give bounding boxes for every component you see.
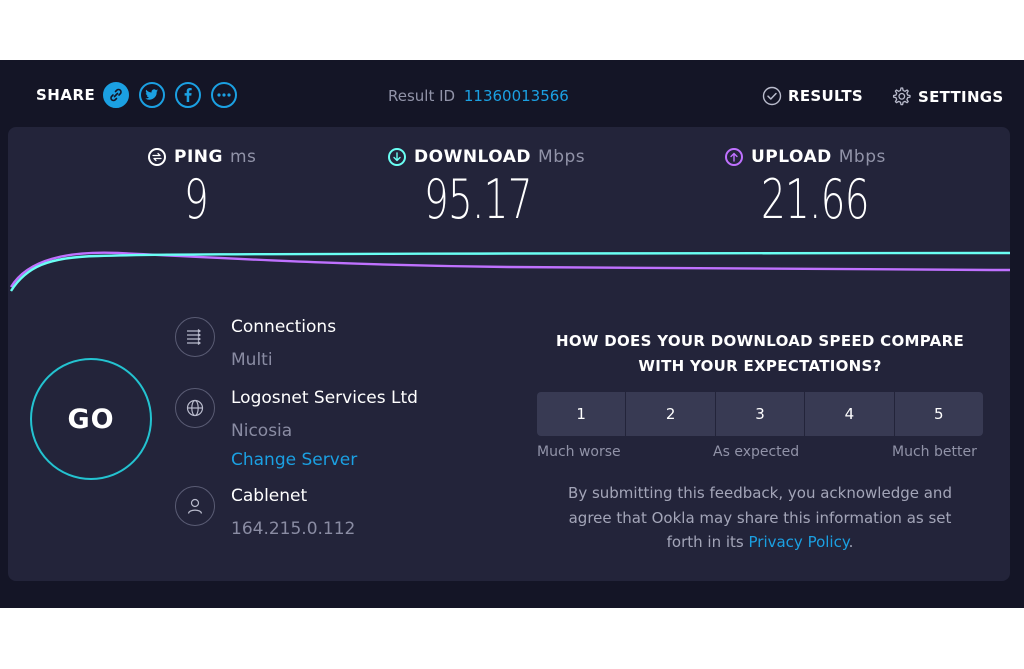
upload-label: UPLOAD xyxy=(751,147,832,167)
results-label: RESULTS xyxy=(788,87,863,105)
ping-value: 9 xyxy=(184,168,209,231)
rating-button-5[interactable]: 5 xyxy=(894,392,983,436)
rating-label-low: Much worse xyxy=(537,444,621,460)
twitter-icon[interactable] xyxy=(139,82,166,108)
link-icon[interactable] xyxy=(103,82,130,108)
upload-graph-line xyxy=(9,251,1010,288)
facebook-icon[interactable] xyxy=(175,82,202,108)
ping-unit: ms xyxy=(229,147,257,167)
download-unit: Mbps xyxy=(538,147,586,167)
change-server-link[interactable]: Change Server xyxy=(231,450,418,470)
rating-scale: 1 2 3 4 5 xyxy=(537,392,983,436)
survey-question: HOW DOES YOUR DOWNLOAD SPEED COMPARE WIT… xyxy=(555,332,964,375)
upload-unit: Mbps xyxy=(838,147,886,167)
user-icon xyxy=(175,486,215,526)
isp-info: Cablenet 164.215.0.112 xyxy=(175,486,355,539)
ping-metric: PING ms 9 xyxy=(148,147,256,231)
gear-icon xyxy=(892,87,911,106)
result-id-link[interactable]: 11360013566 xyxy=(464,87,569,105)
settings-button[interactable]: SETTINGS xyxy=(890,86,1004,108)
rating-label-high: Much better xyxy=(892,444,977,460)
connections-value: Multi xyxy=(231,350,273,370)
isp-name: Cablenet xyxy=(231,486,308,506)
more-icon[interactable] xyxy=(211,82,238,108)
download-label: DOWNLOAD xyxy=(414,147,532,167)
share-label: SHARE xyxy=(36,86,96,104)
rating-button-1[interactable]: 1 xyxy=(537,392,627,436)
upload-arrow-icon xyxy=(725,148,743,166)
share-bar: SHARE xyxy=(36,82,247,108)
download-value: 95.17 xyxy=(424,168,532,231)
rating-button-2[interactable]: 2 xyxy=(626,392,716,436)
result-id-display: Result ID 11360013566 xyxy=(388,87,569,105)
rating-label-mid: As expected xyxy=(713,444,800,460)
server-info: Logosnet Services Ltd Nicosia Change Ser… xyxy=(175,388,418,470)
server-location: Nicosia xyxy=(231,421,293,441)
settings-label: SETTINGS xyxy=(918,88,1004,106)
result-id-label: Result ID xyxy=(388,87,456,105)
connections-icon xyxy=(175,317,215,357)
server-name: Logosnet Services Ltd xyxy=(231,388,418,408)
connections-title: Connections xyxy=(231,317,337,337)
speedtest-app: SHARE Result ID 11360013566 RESULTS SETT… xyxy=(0,60,1024,608)
ping-label: PING xyxy=(174,147,223,167)
feedback-disclaimer: By submitting this feedback, you acknowl… xyxy=(568,484,952,551)
ping-icon xyxy=(148,148,166,166)
ip-address: 164.215.0.112 xyxy=(231,519,356,539)
results-button[interactable]: RESULTS xyxy=(762,86,863,106)
download-arrow-icon xyxy=(388,148,406,166)
rating-button-4[interactable]: 4 xyxy=(805,392,895,436)
rating-button-3[interactable]: 3 xyxy=(715,392,806,436)
privacy-policy-link[interactable]: Privacy Policy xyxy=(749,533,849,551)
download-graph-line xyxy=(9,251,1010,292)
check-circle-icon xyxy=(762,86,782,106)
globe-icon xyxy=(175,388,215,428)
go-button[interactable]: GO xyxy=(30,358,152,480)
upload-value: 21.66 xyxy=(761,168,869,231)
results-panel: PING ms 9 DOWNLOAD Mbps 95.17 UPLOAD Mbp xyxy=(8,127,1010,581)
connections-info: Connections Multi xyxy=(175,317,336,370)
speed-graph xyxy=(9,251,1010,292)
upload-metric: UPLOAD Mbps 21.66 xyxy=(725,147,911,231)
download-metric: DOWNLOAD Mbps 95.17 xyxy=(388,147,585,231)
